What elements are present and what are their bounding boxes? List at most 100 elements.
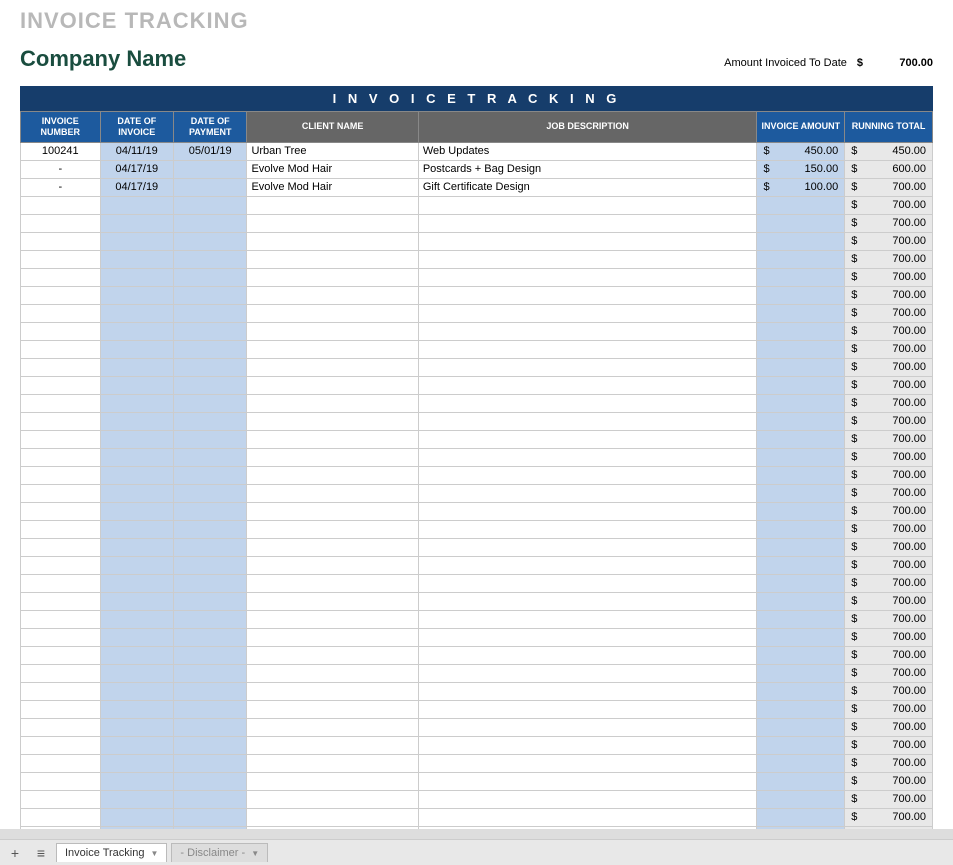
cell-running-total[interactable]: $700.00	[845, 466, 933, 484]
cell-running-total[interactable]: $700.00	[845, 772, 933, 790]
cell-client-name[interactable]	[247, 502, 418, 520]
cell-job-description[interactable]: Web Updates	[418, 142, 757, 160]
cell-date-of-invoice[interactable]	[100, 304, 173, 322]
cell-date-of-invoice[interactable]	[100, 232, 173, 250]
cell-date-of-payment[interactable]	[174, 610, 247, 628]
cell-date-of-invoice[interactable]: 04/17/19	[100, 178, 173, 196]
cell-date-of-payment[interactable]	[174, 448, 247, 466]
cell-date-of-invoice[interactable]	[100, 376, 173, 394]
cell-running-total[interactable]: $700.00	[845, 574, 933, 592]
cell-invoice-number[interactable]	[21, 646, 101, 664]
cell-client-name[interactable]: Evolve Mod Hair	[247, 178, 418, 196]
header-date-of-payment[interactable]: DATE OF PAYMENT	[174, 112, 247, 143]
cell-running-total[interactable]: $700.00	[845, 592, 933, 610]
cell-invoice-amount[interactable]	[757, 304, 845, 322]
cell-client-name[interactable]: Urban Tree	[247, 142, 418, 160]
cell-invoice-number[interactable]: -	[21, 160, 101, 178]
cell-date-of-payment[interactable]	[174, 628, 247, 646]
cell-date-of-invoice[interactable]	[100, 268, 173, 286]
tab-invoice-tracking[interactable]: Invoice Tracking ▼	[56, 843, 167, 862]
cell-client-name[interactable]	[247, 610, 418, 628]
cell-invoice-number[interactable]	[21, 502, 101, 520]
cell-client-name[interactable]	[247, 484, 418, 502]
chevron-down-icon[interactable]: ▼	[150, 849, 158, 858]
cell-client-name[interactable]	[247, 412, 418, 430]
cell-running-total[interactable]: $700.00	[845, 376, 933, 394]
cell-invoice-number[interactable]	[21, 196, 101, 214]
cell-client-name[interactable]	[247, 520, 418, 538]
cell-running-total[interactable]: $700.00	[845, 808, 933, 826]
cell-date-of-invoice[interactable]	[100, 664, 173, 682]
cell-running-total[interactable]: $700.00	[845, 304, 933, 322]
cell-invoice-number[interactable]: 100241	[21, 142, 101, 160]
cell-date-of-payment[interactable]	[174, 466, 247, 484]
cell-date-of-payment[interactable]	[174, 250, 247, 268]
cell-job-description[interactable]	[418, 592, 757, 610]
cell-date-of-invoice[interactable]	[100, 646, 173, 664]
cell-client-name[interactable]	[247, 214, 418, 232]
cell-job-description[interactable]	[418, 628, 757, 646]
cell-date-of-invoice[interactable]	[100, 520, 173, 538]
cell-invoice-amount[interactable]	[757, 628, 845, 646]
cell-date-of-payment[interactable]	[174, 484, 247, 502]
header-running-total[interactable]: RUNNING TOTAL	[845, 112, 933, 143]
cell-client-name[interactable]	[247, 430, 418, 448]
cell-client-name[interactable]	[247, 466, 418, 484]
cell-invoice-number[interactable]	[21, 466, 101, 484]
cell-client-name[interactable]	[247, 682, 418, 700]
cell-invoice-amount[interactable]	[757, 286, 845, 304]
cell-job-description[interactable]	[418, 394, 757, 412]
cell-date-of-invoice[interactable]	[100, 466, 173, 484]
cell-date-of-invoice[interactable]: 04/11/19	[100, 142, 173, 160]
cell-date-of-invoice[interactable]	[100, 808, 173, 826]
cell-running-total[interactable]: $700.00	[845, 736, 933, 754]
cell-invoice-amount[interactable]	[757, 646, 845, 664]
cell-invoice-number[interactable]	[21, 214, 101, 232]
cell-invoice-amount[interactable]: $450.00	[757, 142, 845, 160]
cell-job-description[interactable]	[418, 286, 757, 304]
cell-client-name[interactable]	[247, 376, 418, 394]
cell-invoice-amount[interactable]	[757, 664, 845, 682]
cell-invoice-number[interactable]	[21, 664, 101, 682]
cell-client-name[interactable]	[247, 448, 418, 466]
cell-invoice-amount[interactable]	[757, 556, 845, 574]
all-sheets-button[interactable]: ≡	[30, 843, 52, 863]
cell-running-total[interactable]: $700.00	[845, 718, 933, 736]
cell-invoice-number[interactable]	[21, 340, 101, 358]
cell-invoice-amount[interactable]	[757, 394, 845, 412]
cell-job-description[interactable]	[418, 700, 757, 718]
cell-running-total[interactable]: $700.00	[845, 538, 933, 556]
cell-job-description[interactable]	[418, 610, 757, 628]
cell-job-description[interactable]	[418, 538, 757, 556]
cell-job-description[interactable]	[418, 358, 757, 376]
cell-date-of-payment[interactable]	[174, 214, 247, 232]
cell-running-total[interactable]: $700.00	[845, 250, 933, 268]
cell-date-of-payment[interactable]	[174, 376, 247, 394]
cell-client-name[interactable]	[247, 286, 418, 304]
cell-client-name[interactable]	[247, 718, 418, 736]
cell-running-total[interactable]: $700.00	[845, 610, 933, 628]
cell-invoice-amount[interactable]	[757, 214, 845, 232]
cell-invoice-amount[interactable]	[757, 592, 845, 610]
cell-invoice-number[interactable]	[21, 628, 101, 646]
cell-date-of-payment[interactable]	[174, 592, 247, 610]
cell-invoice-amount[interactable]	[757, 574, 845, 592]
cell-invoice-number[interactable]	[21, 268, 101, 286]
cell-date-of-invoice[interactable]	[100, 736, 173, 754]
cell-invoice-amount[interactable]	[757, 196, 845, 214]
cell-invoice-amount[interactable]	[757, 538, 845, 556]
cell-running-total[interactable]: $700.00	[845, 268, 933, 286]
cell-date-of-invoice[interactable]	[100, 754, 173, 772]
cell-invoice-number[interactable]	[21, 592, 101, 610]
cell-running-total[interactable]: $700.00	[845, 178, 933, 196]
cell-running-total[interactable]: $700.00	[845, 196, 933, 214]
cell-job-description[interactable]	[418, 340, 757, 358]
cell-running-total[interactable]: $700.00	[845, 628, 933, 646]
cell-running-total[interactable]: $700.00	[845, 556, 933, 574]
cell-job-description[interactable]	[418, 430, 757, 448]
chevron-down-icon[interactable]: ▼	[251, 849, 259, 858]
header-job-description[interactable]: JOB DESCRIPTION	[418, 112, 757, 143]
cell-client-name[interactable]	[247, 700, 418, 718]
cell-date-of-payment[interactable]	[174, 358, 247, 376]
cell-job-description[interactable]	[418, 718, 757, 736]
